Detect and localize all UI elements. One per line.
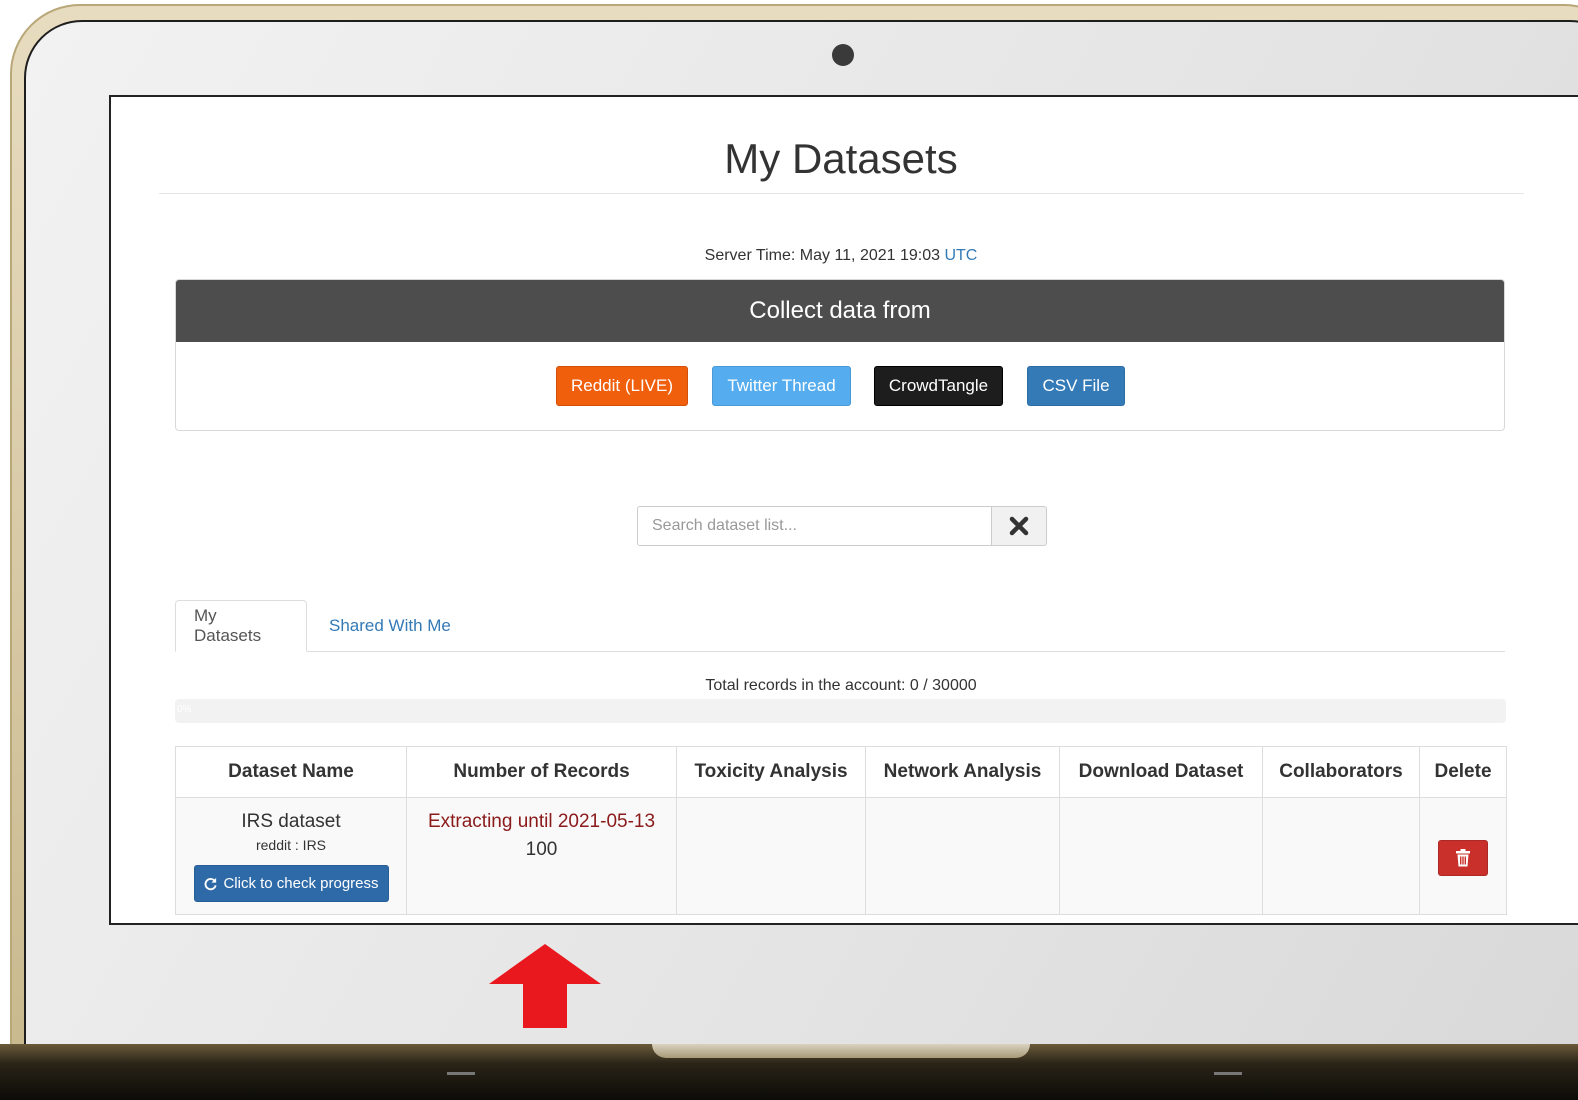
column-header-download-dataset: Download Dataset bbox=[1059, 746, 1263, 798]
column-header-dataset-name: Dataset Name bbox=[175, 746, 407, 798]
page-title: My Datasets bbox=[724, 135, 958, 182]
dataset-source: reddit : IRS bbox=[255, 837, 327, 853]
reddit-live-button[interactable]: Reddit (LIVE) bbox=[556, 366, 688, 406]
laptop-hinge-notch bbox=[652, 1044, 1030, 1058]
close-icon bbox=[1009, 516, 1029, 536]
check-progress-label: Click to check progress bbox=[223, 875, 379, 892]
records-progress-bar: 0% bbox=[175, 699, 1506, 723]
dataset-name: IRS dataset bbox=[241, 811, 341, 832]
column-header-collaborators: Collaborators bbox=[1262, 746, 1420, 798]
datasets-table: Dataset Name Number of Records Toxicity … bbox=[175, 746, 1507, 915]
column-header-delete: Delete bbox=[1419, 746, 1507, 798]
server-time: Server Time: May 11, 2021 19:03 UTC bbox=[111, 247, 1571, 265]
trash-icon bbox=[1456, 849, 1470, 867]
total-records-summary: Total records in the account: 0 / 30000 bbox=[705, 677, 977, 694]
check-progress-button[interactable]: Click to check progress bbox=[193, 865, 389, 902]
column-header-number-of-records: Number of Records bbox=[406, 746, 677, 798]
red-arrow-annotation bbox=[489, 944, 601, 1028]
delete-cell bbox=[1419, 797, 1507, 915]
toxicity-analysis-cell bbox=[676, 797, 866, 915]
browser-screen: My Datasets Server Time: May 11, 2021 19… bbox=[109, 95, 1578, 925]
column-header-network-analysis: Network Analysis bbox=[865, 746, 1060, 798]
refresh-icon bbox=[205, 877, 218, 891]
tab-my-datasets[interactable]: My Datasets bbox=[175, 600, 307, 652]
title-divider bbox=[159, 193, 1524, 194]
server-time-zone: UTC bbox=[944, 247, 978, 264]
camera-icon bbox=[832, 44, 854, 66]
laptop-foot bbox=[447, 1072, 475, 1075]
collect-panel-header: Collect data from bbox=[176, 280, 1504, 342]
record-count: 100 bbox=[525, 839, 558, 860]
csv-file-button[interactable]: CSV File bbox=[1027, 366, 1125, 406]
dataset-search bbox=[637, 506, 1047, 546]
server-time-text: Server Time: May 11, 2021 19:03 bbox=[704, 247, 945, 264]
table-header-row: Dataset Name Number of Records Toxicity … bbox=[175, 746, 1507, 798]
delete-dataset-button[interactable] bbox=[1438, 840, 1488, 876]
collaborators-cell bbox=[1262, 797, 1420, 915]
number-of-records-cell: Extracting until 2021-05-13 100 bbox=[406, 797, 677, 915]
collect-data-panel: Collect data from Reddit (LIVE) Twitter … bbox=[175, 279, 1505, 431]
laptop-foot bbox=[1214, 1072, 1242, 1075]
dataset-name-cell: IRS dataset reddit : IRS Click to check … bbox=[175, 797, 407, 915]
tab-shared-with-me[interactable]: Shared With Me bbox=[311, 600, 469, 652]
download-dataset-cell bbox=[1059, 797, 1263, 915]
table-row: IRS dataset reddit : IRS Click to check … bbox=[175, 797, 1507, 915]
twitter-thread-button[interactable]: Twitter Thread bbox=[712, 366, 851, 406]
dataset-tabs: My Datasets Shared With Me bbox=[175, 600, 1505, 652]
column-header-toxicity-analysis: Toxicity Analysis bbox=[676, 746, 866, 798]
crowdtangle-button[interactable]: CrowdTangle bbox=[874, 366, 1003, 406]
extraction-status: Extracting until 2021-05-13 bbox=[427, 811, 656, 832]
network-analysis-cell bbox=[865, 797, 1060, 915]
search-input[interactable] bbox=[637, 506, 993, 546]
records-progress-label: 0% bbox=[177, 704, 192, 715]
search-clear-button[interactable] bbox=[992, 506, 1047, 546]
